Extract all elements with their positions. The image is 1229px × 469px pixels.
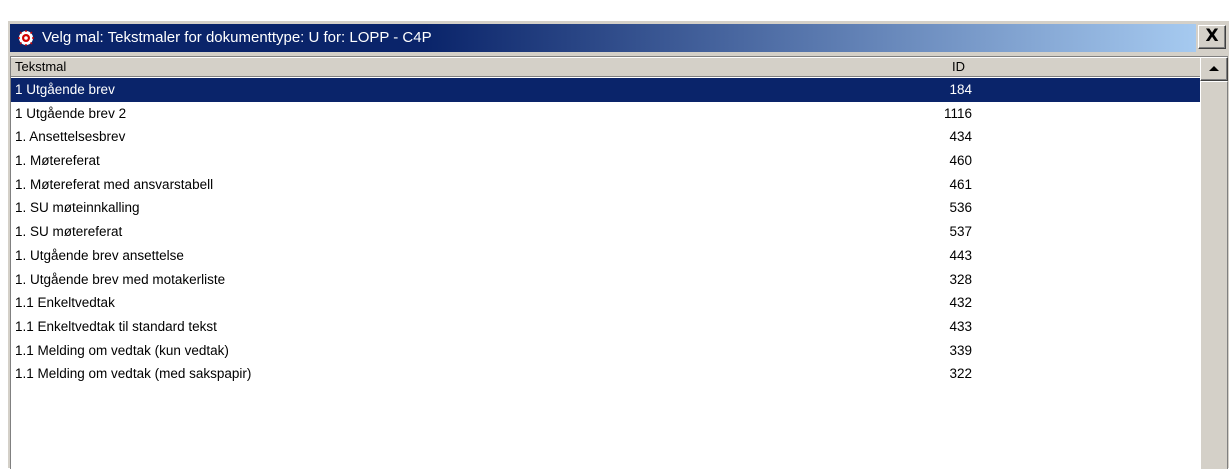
cell-id: 460 bbox=[949, 153, 972, 169]
vertical-scrollbar[interactable] bbox=[1200, 57, 1228, 469]
table-row[interactable]: 1. SU møtereferat 537 bbox=[11, 220, 1200, 244]
table-row[interactable]: 1.1 Enkeltvedtak 432 bbox=[11, 291, 1200, 315]
cell-tekstmal: 1. SU møtereferat bbox=[15, 224, 123, 240]
scroll-thumb[interactable] bbox=[1200, 81, 1228, 469]
cell-id: 184 bbox=[949, 82, 972, 97]
cell-tekstmal: 1. Utgående brev ansettelse bbox=[15, 247, 184, 263]
cell-tekstmal: 1. Utgående brev med motakerliste bbox=[15, 271, 226, 287]
table-row[interactable]: 1 Utgående brev 2 1116 bbox=[11, 102, 1200, 126]
cell-tekstmal: 1.1 Enkeltvedtak til standard tekst bbox=[15, 318, 217, 334]
column-header-tekstmal[interactable]: Tekstmal bbox=[15, 58, 66, 76]
cell-id: 443 bbox=[949, 247, 972, 263]
cell-tekstmal: 1.1 Enkeltvedtak bbox=[15, 295, 115, 311]
cell-tekstmal: 1 Utgående brev 2 bbox=[15, 105, 127, 121]
cell-id: 433 bbox=[949, 318, 972, 334]
table-row[interactable]: 1. Utgående brev med motakerliste 328 bbox=[11, 268, 1200, 292]
cell-tekstmal: 1.1 Melding om vedtak (med sakspapir) bbox=[15, 366, 252, 382]
table-row[interactable]: 1.1 Melding om vedtak (kun vedtak) 339 bbox=[11, 339, 1200, 363]
app-logo-icon bbox=[18, 30, 34, 46]
list-header: Tekstmal ID bbox=[11, 57, 1200, 77]
scroll-up-button[interactable] bbox=[1200, 57, 1228, 81]
table-row[interactable]: 1. Møtereferat 460 bbox=[11, 149, 1200, 173]
cell-id: 434 bbox=[949, 129, 972, 145]
cell-tekstmal: 1. SU møteinnkalling bbox=[15, 200, 140, 216]
template-list: Tekstmal ID 1 Utgående brev 184 1 Utgående… bbox=[10, 56, 1228, 469]
template-picker-dialog: Velg mal: Tekstmaler for dokumenttype: U… bbox=[7, 20, 1229, 469]
table-row[interactable]: 1. Utgående brev ansettelse 443 bbox=[11, 244, 1200, 268]
cell-tekstmal: 1.1 Melding om vedtak (kun vedtak) bbox=[15, 342, 229, 358]
table-row[interactable]: 1. Ansettelsesbrev 434 bbox=[11, 125, 1200, 149]
cell-id: 322 bbox=[949, 366, 972, 382]
cell-id: 328 bbox=[949, 271, 972, 287]
table-row[interactable]: 1. Møtereferat med ansvarstabell 461 bbox=[11, 173, 1200, 197]
cell-id: 461 bbox=[949, 176, 972, 192]
cell-id: 432 bbox=[949, 295, 972, 311]
cell-id: 536 bbox=[949, 200, 972, 216]
cell-tekstmal: 1 Utgående brev bbox=[15, 82, 115, 97]
title-bar[interactable]: Velg mal: Tekstmaler for dokumenttype: U… bbox=[10, 24, 1196, 52]
cell-id: 537 bbox=[949, 224, 972, 240]
desktop-background bbox=[0, 0, 1229, 20]
list-rows: 1 Utgående brev 184 1 Utgående brev 2 1116 1… bbox=[11, 78, 1200, 386]
table-row[interactable]: 1 Utgående brev 184 bbox=[11, 78, 1200, 102]
cell-id: 339 bbox=[949, 342, 972, 358]
close-button[interactable]: X bbox=[1198, 25, 1226, 49]
table-row[interactable]: 1.1 Melding om vedtak (med sakspapir) 322 bbox=[11, 362, 1200, 386]
cell-tekstmal: 1. Møtereferat med ansvarstabell bbox=[15, 176, 214, 192]
table-row[interactable]: 1.1 Enkeltvedtak til standard tekst 433 bbox=[11, 315, 1200, 339]
table-row[interactable]: 1. SU møteinnkalling 536 bbox=[11, 196, 1200, 220]
cell-id: 1116 bbox=[943, 105, 972, 121]
column-header-id[interactable]: ID bbox=[952, 58, 965, 76]
cell-tekstmal: 1. Møtereferat bbox=[15, 153, 100, 169]
window-title: Velg mal: Tekstmaler for dokumenttype: U… bbox=[42, 29, 432, 46]
cell-tekstmal: 1. Ansettelsesbrev bbox=[15, 129, 126, 145]
